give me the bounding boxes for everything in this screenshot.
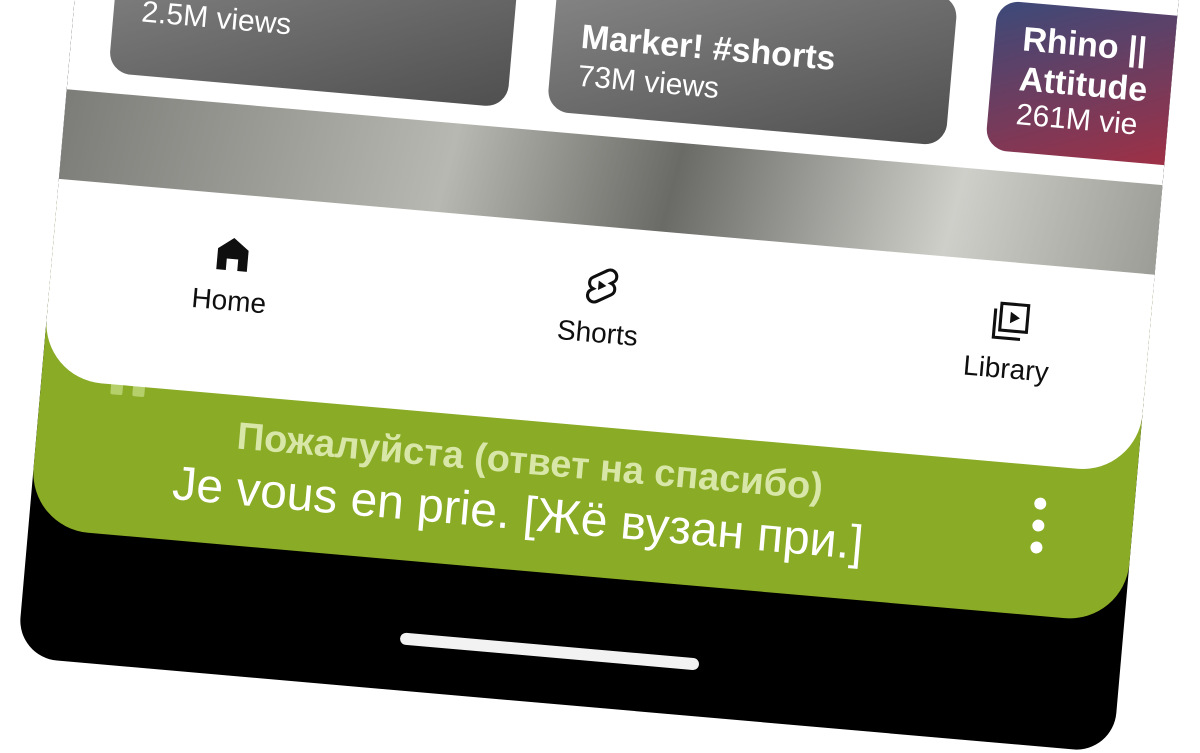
nav-library[interactable]: Library (925, 291, 1092, 392)
nav-home-label: Home (190, 281, 268, 320)
phone-screen: 2.5M views Marker! #shorts 73M views Rhi… (17, 0, 1181, 753)
nav-shorts-label: Shorts (555, 313, 640, 352)
nav-library-label: Library (961, 349, 1050, 388)
library-icon (991, 301, 1031, 342)
video-card[interactable]: 2.5M views (108, 0, 520, 108)
video-views: 2.5M views (140, 0, 293, 42)
video-card[interactable]: Rhino || Attitude 261M vie (984, 0, 1181, 176)
home-indicator[interactable] (399, 632, 700, 671)
nav-home[interactable]: Home (148, 223, 315, 324)
more-options-icon[interactable] (1029, 497, 1049, 554)
home-icon (216, 238, 249, 272)
video-card[interactable]: Marker! #shorts 73M views (546, 0, 959, 146)
shorts-icon (585, 268, 619, 304)
nav-shorts[interactable]: Shorts (516, 256, 683, 357)
